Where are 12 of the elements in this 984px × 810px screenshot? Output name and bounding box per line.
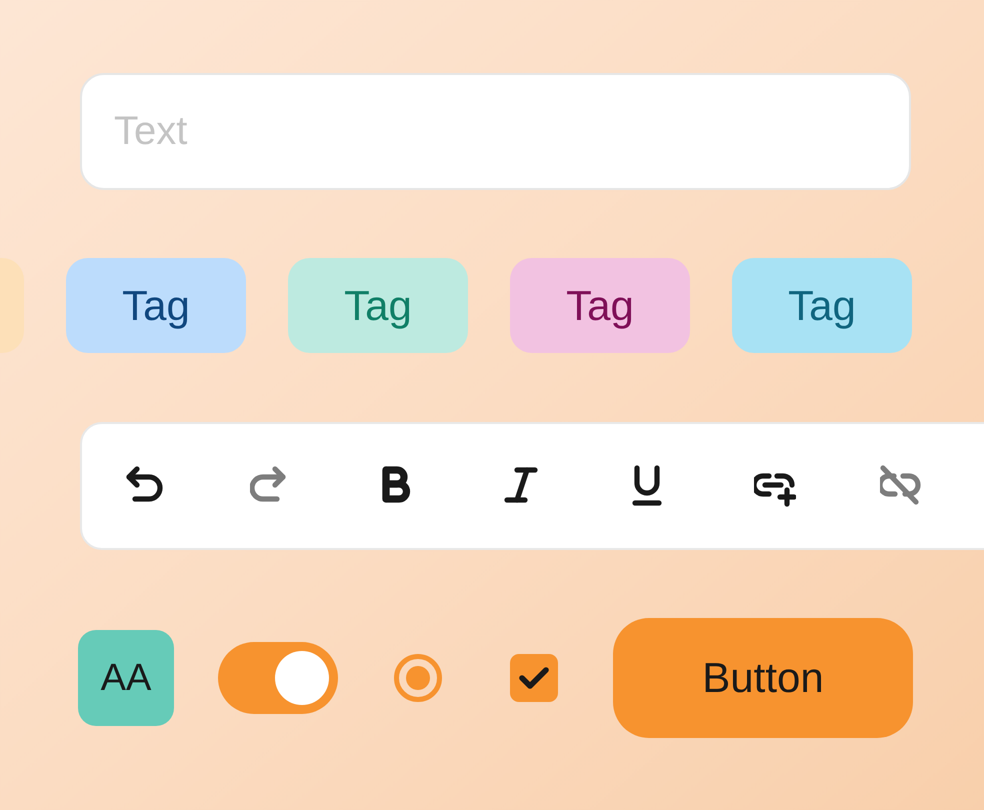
tag: Tag xyxy=(66,258,246,353)
checkbox[interactable] xyxy=(510,654,558,702)
tag: Tag xyxy=(510,258,690,353)
radio-button[interactable] xyxy=(394,654,442,702)
checkmark-icon xyxy=(519,667,549,689)
toggle-knob[interactable] xyxy=(275,651,329,705)
tag: Tag xyxy=(288,258,468,353)
text-style-button[interactable]: AA xyxy=(78,630,174,726)
unlink-icon xyxy=(880,465,922,507)
primary-button[interactable]: Button xyxy=(613,618,913,738)
text-input-field[interactable]: Text xyxy=(80,73,911,190)
tag: Tag xyxy=(732,258,912,353)
